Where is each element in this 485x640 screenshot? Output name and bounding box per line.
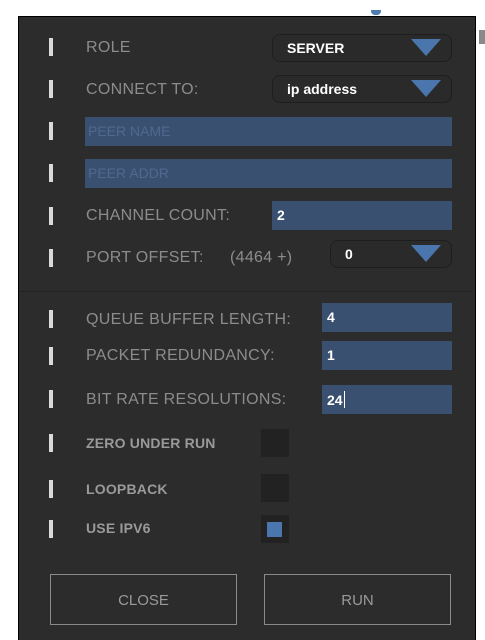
port-offset-dropdown[interactable]: 0 <box>330 240 452 268</box>
role-value: SERVER <box>287 40 345 56</box>
connect-to-dropdown[interactable]: ip address <box>272 75 452 103</box>
row-marker <box>49 480 53 498</box>
row-marker <box>49 122 53 140</box>
port-offset-label: PORT OFFSET: <box>86 249 204 266</box>
queue-buffer-length-input[interactable]: 4 <box>322 303 452 332</box>
chevron-down-icon <box>411 39 441 56</box>
peer-addr-input[interactable]: PEER ADDR <box>85 159 452 188</box>
text-caret <box>343 391 345 408</box>
packet-redundancy-input[interactable]: 1 <box>322 341 452 370</box>
checkbox-check-mark <box>267 522 282 537</box>
use-ipv6-checkbox[interactable] <box>261 515 289 543</box>
run-button[interactable]: RUN <box>264 574 451 625</box>
row-marker <box>49 520 53 538</box>
row-marker <box>49 310 53 328</box>
bit-rate-resolutions-value: 24 <box>327 392 343 408</box>
row-marker <box>49 164 53 182</box>
port-offset-base: (4464 +) <box>230 249 293 266</box>
connect-to-label: CONNECT TO: <box>86 81 199 98</box>
row-marker <box>49 434 53 452</box>
row-marker <box>49 347 53 365</box>
packet-redundancy-label: PACKET REDUNDANCY: <box>86 347 275 364</box>
loopback-checkbox[interactable] <box>261 474 289 502</box>
bit-rate-resolutions-input[interactable]: 24 <box>322 385 452 414</box>
loopback-label: LOOPBACK <box>86 481 168 497</box>
port-offset-value: 0 <box>345 246 353 262</box>
chevron-down-icon <box>411 80 441 97</box>
row-marker <box>49 80 53 98</box>
zero-under-run-checkbox[interactable] <box>261 429 289 457</box>
zero-under-run-label: ZERO UNDER RUN <box>86 435 216 451</box>
top-nub <box>371 10 381 15</box>
bit-rate-resolutions-label: BIT RATE RESOLUTIONS: <box>86 391 287 408</box>
row-marker <box>49 207 53 225</box>
use-ipv6-label: USE IPV6 <box>86 520 151 536</box>
section-divider <box>20 291 472 292</box>
queue-buffer-length-label: QUEUE BUFFER LENGTH: <box>86 311 292 328</box>
row-marker <box>49 390 53 408</box>
role-label: ROLE <box>86 39 131 56</box>
chevron-down-icon <box>411 245 441 262</box>
channel-count-label: CHANNEL COUNT: <box>86 207 231 224</box>
role-dropdown[interactable]: SERVER <box>272 34 452 62</box>
connect-to-value: ip address <box>287 81 358 97</box>
edge-handle[interactable] <box>479 30 485 44</box>
peer-name-input[interactable]: PEER NAME <box>85 117 452 146</box>
close-button[interactable]: CLOSE <box>50 574 237 625</box>
channel-count-input[interactable]: 2 <box>272 201 452 230</box>
row-marker <box>49 38 53 56</box>
row-marker <box>49 249 53 267</box>
